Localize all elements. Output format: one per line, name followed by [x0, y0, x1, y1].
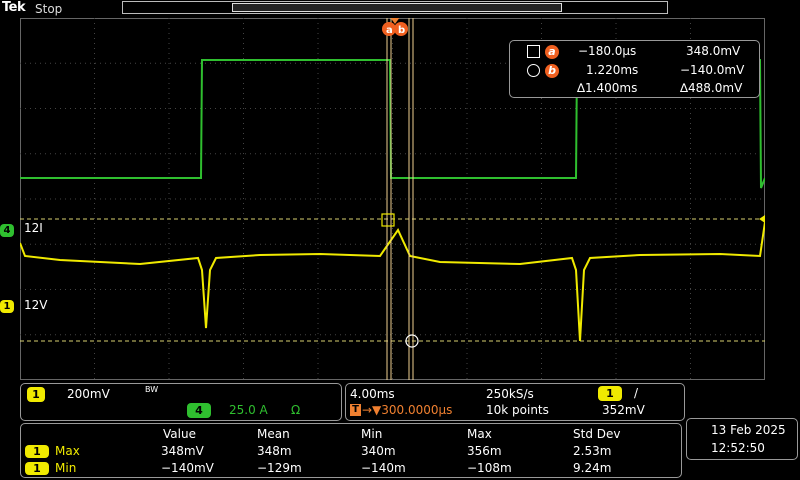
trigger-slope-icon: /	[634, 386, 639, 400]
ch4-scale-badge[interactable]: 4	[187, 403, 211, 418]
meas-row1-value: 348mV	[161, 444, 204, 458]
trigger-position[interactable]: →▼300.0000µs	[362, 403, 452, 417]
meas-header-max: Max	[467, 427, 492, 441]
sample-rate: 250kS/s	[486, 387, 534, 401]
meas-header-min: Min	[361, 427, 383, 441]
ch4-amps-per-div[interactable]: 25.0 A	[229, 403, 268, 417]
meas-header-mean: Mean	[257, 427, 290, 441]
meas-row1-channel-badge: 1	[25, 445, 49, 458]
ch4-ground-marker[interactable]: 4	[0, 222, 14, 237]
ch4-trace-label: 12I	[24, 221, 43, 235]
cursor-b-circle-icon	[527, 64, 540, 80]
cursor-delta-value: ∆488.0mV	[680, 81, 743, 95]
meas-row1-max: 356m	[467, 444, 502, 458]
meas-row2-stddev: 9.24m	[573, 461, 612, 475]
brand-logo: Tek	[2, 0, 26, 15]
cursor-b-time: 1.220ms	[586, 63, 639, 77]
horizontal-trigger-panel[interactable]: 4.00ms 250kS/s 1 / T →▼300.0000µs 10k po…	[345, 383, 685, 421]
timebase-scale[interactable]: 4.00ms	[350, 387, 395, 401]
meas-row2-name: Min	[55, 461, 77, 475]
ch1-scale-badge[interactable]: 1	[27, 387, 45, 402]
meas-row2-channel-badge: 1	[25, 462, 49, 475]
cursor-readout-panel[interactable]: a −180.0µs 348.0mV b 1.220ms −140.0mV ∆1…	[509, 40, 760, 98]
cursor-a-square-icon	[527, 45, 540, 61]
meas-header-value: Value	[163, 427, 196, 441]
meas-row1-min: 340m	[361, 444, 396, 458]
meas-row2-mean: −129m	[257, 461, 302, 475]
ch1-volts-per-div[interactable]: 200mV	[67, 387, 110, 401]
trigger-level[interactable]: 352mV	[602, 403, 645, 417]
time-display: 12:52:50	[711, 441, 765, 455]
cursor-delta-time: ∆1.400ms	[577, 81, 638, 95]
ch4-termination-icon: Ω	[291, 403, 301, 417]
cursor-b-badge: b	[545, 63, 559, 78]
ch1-trace-label: 12V	[24, 298, 48, 312]
vertical-settings-panel[interactable]: 1 200mV BW 4 25.0 A Ω	[20, 383, 342, 421]
acquisition-status: Stop	[35, 2, 63, 16]
ch1-ground-marker[interactable]: 1	[0, 298, 14, 313]
cursor-a-marker	[381, 213, 395, 227]
bandwidth-limit-indicator: BW	[145, 385, 159, 394]
meas-row2-max: −108m	[467, 461, 512, 475]
ch4-marker-badge: 4	[0, 224, 14, 237]
cursor-a-time: −180.0µs	[578, 44, 637, 58]
meas-header-stddev: Std Dev	[573, 427, 621, 441]
cursor-a-badge: a	[545, 44, 559, 59]
cursor-a-value: 348.0mV	[686, 44, 741, 58]
meas-row1-stddev: 2.53m	[573, 444, 612, 458]
record-length[interactable]: 10k points	[486, 403, 549, 417]
date-display: 13 Feb 2025	[711, 423, 786, 437]
trigger-source-badge[interactable]: 1	[598, 386, 622, 401]
date-time-display[interactable]: 13 Feb 2025 12:52:50	[686, 418, 798, 460]
cursor-b-top-label: b	[398, 25, 405, 36]
table-row[interactable]: 1 Min −140mV −129m −140m −108m 9.24m	[21, 461, 681, 477]
trigger-t-icon: T	[350, 404, 361, 416]
cursor-b-value: −140.0mV	[680, 63, 745, 77]
meas-row1-mean: 348m	[257, 444, 292, 458]
cursor-a-top-label: a	[386, 25, 393, 36]
meas-row2-value: −140mV	[161, 461, 214, 475]
trigger-level-arrow	[759, 215, 765, 223]
measurement-table: Value Mean Min Max Std Dev 1 Max 348mV 3…	[20, 423, 682, 478]
top-status-bar: Tek Stop	[0, 0, 800, 18]
table-row[interactable]: 1 Max 348mV 348m 340m 356m 2.53m	[21, 444, 681, 460]
meas-row2-min: −140m	[361, 461, 406, 475]
ch1-marker-badge: 1	[0, 300, 14, 313]
record-view-window[interactable]	[232, 3, 562, 12]
meas-row1-name: Max	[55, 444, 80, 458]
